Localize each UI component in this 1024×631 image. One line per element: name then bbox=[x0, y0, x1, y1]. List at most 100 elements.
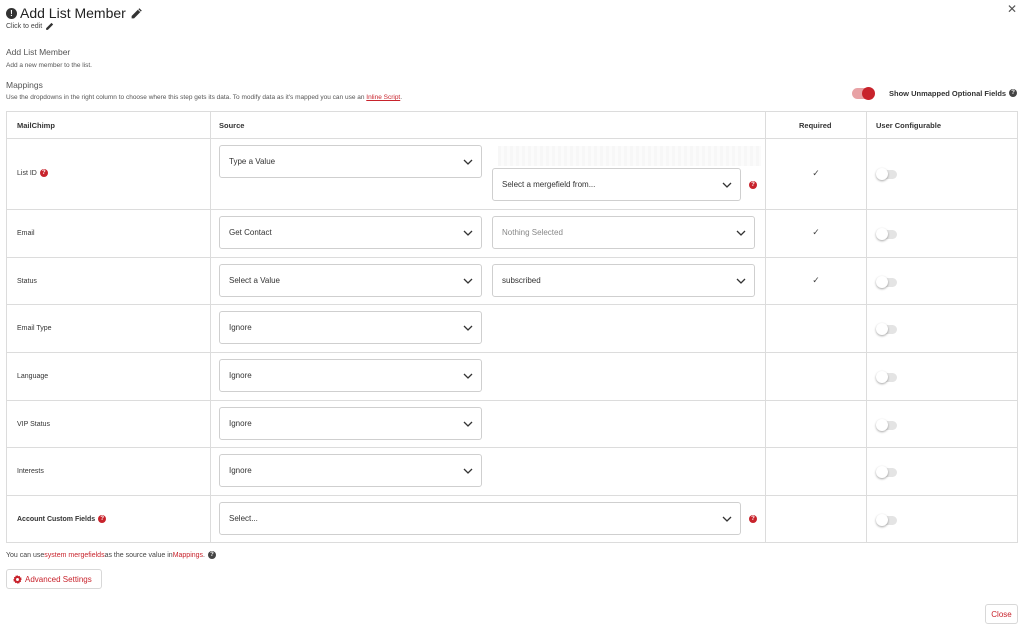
list-id-source-select[interactable]: Type a Value bbox=[219, 145, 482, 178]
chevron-down-icon bbox=[736, 278, 746, 284]
column-header-mailchimp: MailChimp bbox=[17, 120, 55, 130]
gear-icon bbox=[13, 574, 22, 584]
status-source-select[interactable]: Select a Value bbox=[219, 264, 482, 297]
chevron-down-icon bbox=[463, 373, 473, 379]
select-value: Ignore bbox=[229, 371, 252, 380]
select-value: Ignore bbox=[229, 466, 252, 475]
toggle-knob bbox=[876, 371, 888, 383]
row-divider bbox=[7, 400, 1017, 401]
email-field-select[interactable]: Nothing Selected bbox=[492, 216, 755, 249]
language-source-select[interactable]: Ignore bbox=[219, 359, 482, 392]
row-divider bbox=[7, 447, 1017, 448]
mappings-link[interactable]: Mappings bbox=[173, 552, 203, 559]
row-label-text: Email bbox=[17, 229, 35, 237]
help-icon[interactable]: ? bbox=[98, 515, 107, 523]
show-unmapped-label: Show Unmapped Optional Fields ? bbox=[889, 88, 1018, 98]
chevron-down-icon bbox=[722, 516, 732, 522]
user-configurable-toggle[interactable] bbox=[876, 466, 897, 478]
row-label-text: Account Custom Fields bbox=[17, 515, 96, 523]
inline-script-link[interactable]: Inline Script bbox=[366, 94, 400, 101]
user-configurable-toggle[interactable] bbox=[876, 419, 897, 431]
chevron-down-icon bbox=[463, 159, 473, 165]
note-text: You can use bbox=[6, 551, 45, 559]
select-value: subscribed bbox=[502, 276, 541, 285]
column-divider bbox=[210, 112, 211, 542]
help-icon[interactable]: ? bbox=[208, 551, 216, 559]
mappings-desc-text: Use the dropdowns in the right column to… bbox=[6, 94, 367, 101]
select-value: Nothing Selected bbox=[502, 228, 563, 237]
mappings-title: Mappings bbox=[6, 80, 43, 90]
select-value: Ignore bbox=[229, 323, 252, 332]
help-icon[interactable]: ? bbox=[749, 181, 757, 189]
chevron-down-icon bbox=[463, 278, 473, 284]
close-icon[interactable]: ✕ bbox=[1006, 3, 1018, 15]
mappings-description: Use the dropdowns in the right column to… bbox=[6, 94, 402, 101]
advanced-settings-button[interactable]: Advanced Settings bbox=[6, 569, 102, 589]
column-divider bbox=[866, 112, 867, 542]
placeholder-field bbox=[498, 146, 761, 166]
account-custom-fields-select[interactable]: Select... bbox=[219, 502, 741, 535]
mappings-table: MailChimp Source Required User Configura… bbox=[6, 111, 1018, 543]
user-configurable-toggle[interactable] bbox=[876, 514, 897, 526]
help-icon[interactable]: ? bbox=[39, 169, 48, 177]
mappings-desc-end: . bbox=[400, 94, 403, 101]
toggle-knob bbox=[876, 228, 888, 240]
user-configurable-toggle[interactable] bbox=[876, 168, 897, 180]
column-header-required: Required bbox=[799, 120, 832, 130]
toggle-knob bbox=[876, 466, 888, 478]
system-mergefields-link[interactable]: system mergefields bbox=[44, 552, 104, 559]
toggle-knob bbox=[876, 276, 888, 288]
section-subtitle: Add a new member to the list. bbox=[6, 62, 92, 69]
pencil-icon[interactable] bbox=[130, 6, 144, 20]
chevron-down-icon bbox=[463, 230, 473, 236]
row-label-account-custom-fields: Account Custom Fields ? bbox=[17, 513, 107, 525]
toggle-knob bbox=[876, 419, 888, 431]
show-unmapped-toggle[interactable] bbox=[852, 87, 875, 100]
user-configurable-toggle[interactable] bbox=[876, 276, 897, 288]
required-check-icon: ✓ bbox=[812, 168, 820, 178]
user-configurable-toggle[interactable] bbox=[876, 323, 897, 335]
row-label-status: Status bbox=[17, 275, 37, 287]
help-icon[interactable]: ? bbox=[749, 515, 757, 523]
row-label-text: VIP Status bbox=[17, 420, 50, 428]
select-value: Type a Value bbox=[229, 157, 276, 166]
row-label-email: Email bbox=[17, 227, 35, 239]
pencil-small-icon bbox=[45, 22, 54, 31]
select-value: Get Contact bbox=[229, 228, 272, 237]
email-source-select[interactable]: Get Contact bbox=[219, 216, 482, 249]
row-divider bbox=[7, 495, 1017, 496]
note-text: as the source value in bbox=[104, 551, 173, 559]
advanced-settings-label: Advanced Settings bbox=[25, 574, 92, 584]
vip-status-source-select[interactable]: Ignore bbox=[219, 407, 482, 440]
section-title: Add List Member bbox=[6, 47, 71, 57]
list-id-mergefield-select[interactable]: Select a mergefield from... bbox=[492, 168, 741, 201]
row-label-text: Email Type bbox=[17, 324, 52, 332]
page-header: ! Add List Member bbox=[6, 5, 144, 21]
row-divider bbox=[7, 138, 1017, 139]
column-header-user-configurable: User Configurable bbox=[876, 120, 942, 130]
toggle-knob bbox=[876, 168, 888, 180]
row-label-interests: Interests bbox=[17, 465, 44, 477]
row-divider bbox=[7, 257, 1017, 258]
click-to-edit-label: Click to edit bbox=[6, 23, 43, 30]
show-unmapped-text: Show Unmapped Optional Fields bbox=[889, 88, 1007, 98]
interests-source-select[interactable]: Ignore bbox=[219, 454, 482, 487]
select-value: Select... bbox=[229, 514, 258, 523]
email-type-source-select[interactable]: Ignore bbox=[219, 311, 482, 344]
row-label-email-type: Email Type bbox=[17, 322, 52, 334]
row-label-text: Interests bbox=[17, 467, 44, 475]
toggle-knob bbox=[876, 514, 888, 526]
help-icon[interactable]: ? bbox=[1009, 89, 1018, 97]
select-value: Select a mergefield from... bbox=[502, 180, 596, 189]
page-title[interactable]: Add List Member bbox=[20, 5, 126, 21]
status-value-select[interactable]: subscribed bbox=[492, 264, 755, 297]
click-to-edit-hint[interactable]: Click to edit bbox=[6, 22, 54, 31]
row-label-list-id: List ID ? bbox=[17, 167, 48, 179]
user-configurable-toggle[interactable] bbox=[876, 371, 897, 383]
user-configurable-toggle[interactable] bbox=[876, 228, 897, 240]
close-button[interactable]: Close bbox=[985, 604, 1018, 624]
row-label-language: Language bbox=[17, 370, 48, 382]
row-label-vip-status: VIP Status bbox=[17, 418, 50, 430]
chevron-down-icon bbox=[463, 325, 473, 331]
row-label-text: Language bbox=[17, 372, 49, 380]
